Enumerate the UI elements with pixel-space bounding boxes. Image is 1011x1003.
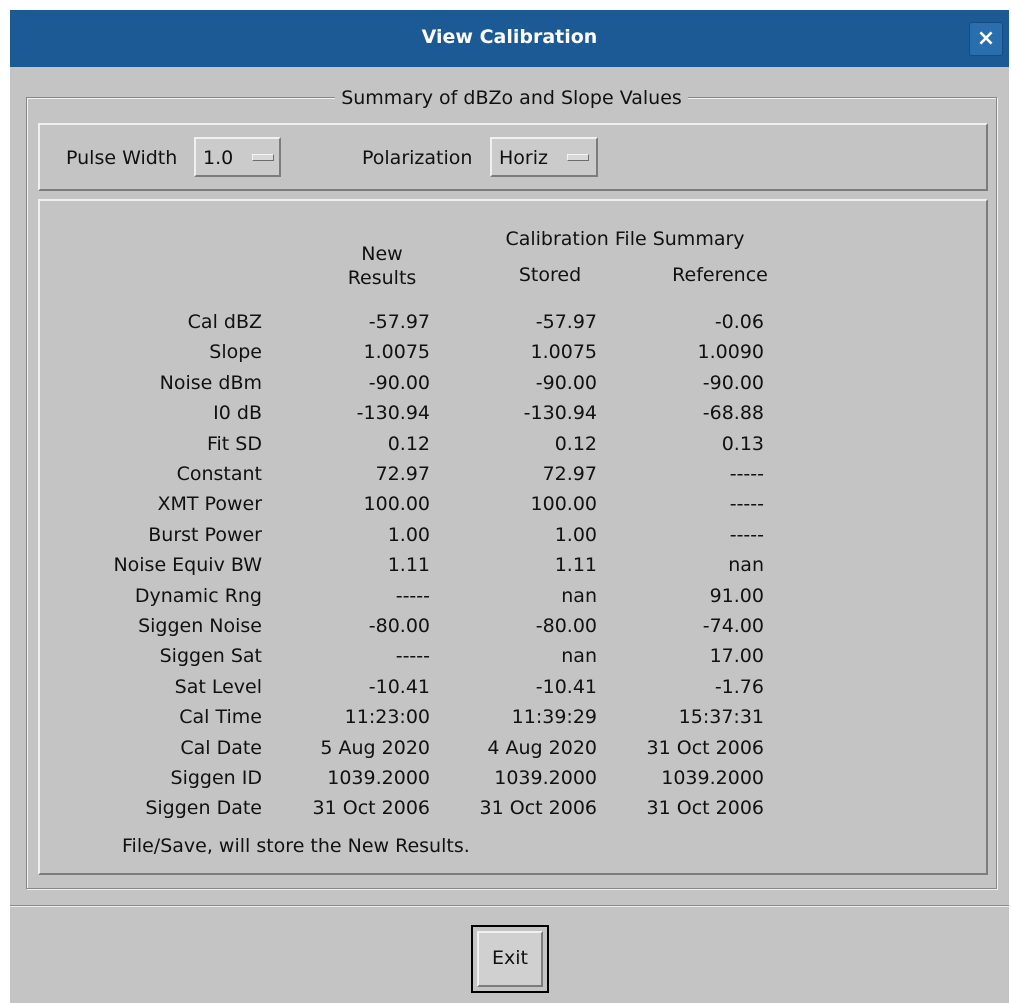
reference-value: 15:37:31 xyxy=(678,706,764,728)
reference-value: 0.13 xyxy=(721,433,764,455)
reference-value: -1.76 xyxy=(714,676,764,698)
row-label: Siggen Sat xyxy=(159,645,262,667)
new-results-value: 31 Oct 2006 xyxy=(312,797,430,819)
stored-value: 1.11 xyxy=(554,554,597,576)
save-note: File/Save, will store the New Results. xyxy=(122,835,470,857)
row-label: Burst Power xyxy=(148,524,262,546)
stored-value: 31 Oct 2006 xyxy=(479,797,597,819)
row-label: XMT Power xyxy=(157,493,263,515)
stored-value: 1.0075 xyxy=(530,341,597,363)
reference-value: ----- xyxy=(729,524,764,546)
separator xyxy=(10,905,1009,907)
row-label: Noise dBm xyxy=(159,372,262,394)
row-label: Sat Level xyxy=(174,676,262,698)
row-label: Siggen ID xyxy=(170,767,262,789)
row-label: Slope xyxy=(209,341,262,363)
new-results-value: -10.41 xyxy=(368,676,430,698)
stored-value: 1039.2000 xyxy=(494,767,597,789)
row-label: Cal Time xyxy=(179,706,262,728)
stored-value: -130.94 xyxy=(523,402,597,424)
new-results-value: -57.97 xyxy=(368,311,430,333)
reference-value: 31 Oct 2006 xyxy=(646,797,764,819)
reference-value: 91.00 xyxy=(709,585,764,607)
new-results-value: 1.0075 xyxy=(363,341,430,363)
new-results-value: 100.00 xyxy=(363,493,430,515)
stored-value: 100.00 xyxy=(530,493,597,515)
new-results-value: 11:23:00 xyxy=(344,706,430,728)
row-label: Cal Date xyxy=(180,737,262,759)
new-results-value: 1.00 xyxy=(387,524,430,546)
stored-value: nan xyxy=(561,645,597,667)
stored-value: 4 Aug 2020 xyxy=(487,737,597,759)
new-results-value: 5 Aug 2020 xyxy=(320,737,430,759)
reference-value: 1039.2000 xyxy=(661,767,764,789)
row-label: Cal dBZ xyxy=(187,311,262,333)
stored-value: 0.12 xyxy=(554,433,597,455)
row-label: I0 dB xyxy=(213,402,262,424)
new-results-value: 0.12 xyxy=(387,433,430,455)
new-results-value: -90.00 xyxy=(368,372,430,394)
reference-value: -90.00 xyxy=(702,372,764,394)
new-results-value: ----- xyxy=(395,645,430,667)
window-title: View Calibration xyxy=(421,26,598,48)
stored-value: -10.41 xyxy=(535,676,597,698)
stored-value: nan xyxy=(561,585,597,607)
row-label: Dynamic Rng xyxy=(134,585,262,607)
polarization-label: Polarization xyxy=(362,147,473,169)
column-header-reference: Reference xyxy=(672,264,768,286)
new-results-value: 1039.2000 xyxy=(327,767,430,789)
polarization-value: Horiz xyxy=(499,147,548,169)
title-bar: View Calibration × xyxy=(10,10,1009,67)
group-title: Summary of dBZo and Slope Values xyxy=(335,87,688,109)
reference-value: -0.06 xyxy=(714,311,764,333)
exit-button[interactable]: Exit xyxy=(477,931,543,987)
close-icon: × xyxy=(976,26,996,51)
row-label: Constant xyxy=(176,463,262,485)
column-header-new-results: New Results xyxy=(347,243,417,289)
new-results-value: -130.94 xyxy=(356,402,430,424)
row-label: Siggen Noise xyxy=(138,615,262,637)
stored-value: 72.97 xyxy=(542,463,597,485)
row-label: Fit SD xyxy=(206,433,262,455)
reference-value: ----- xyxy=(729,493,764,515)
new-results-value: 72.97 xyxy=(375,463,430,485)
option-menu-indicator-icon xyxy=(567,154,589,161)
column-header-stored: Stored xyxy=(518,264,582,286)
pulse-width-label: Pulse Width xyxy=(66,147,178,169)
selector-panel: Pulse Width 1.0 Polarization Horiz xyxy=(38,123,988,191)
new-results-value: ----- xyxy=(395,585,430,607)
stored-value: -80.00 xyxy=(535,615,597,637)
row-label: Siggen Date xyxy=(145,797,262,819)
pulse-width-menu[interactable]: 1.0 xyxy=(194,137,281,177)
reference-value: 1.0090 xyxy=(697,341,764,363)
exit-default-frame: Exit xyxy=(471,925,549,993)
table-super-header: Calibration File Summary xyxy=(505,228,745,250)
reference-value: nan xyxy=(728,554,764,576)
option-menu-indicator-icon xyxy=(252,154,274,161)
stored-value: 11:39:29 xyxy=(511,706,597,728)
new-results-value: -80.00 xyxy=(368,615,430,637)
pulse-width-value: 1.0 xyxy=(203,147,234,169)
polarization-menu[interactable]: Horiz xyxy=(490,137,598,177)
new-results-value: 1.11 xyxy=(387,554,430,576)
stored-value: -90.00 xyxy=(535,372,597,394)
reference-value: -74.00 xyxy=(702,615,764,637)
reference-value: 17.00 xyxy=(709,645,764,667)
reference-value: 31 Oct 2006 xyxy=(646,737,764,759)
reference-value: -68.88 xyxy=(702,402,764,424)
view-calibration-dialog: View Calibration × Summary of dBZo and S… xyxy=(10,10,1009,1003)
stored-value: 1.00 xyxy=(554,524,597,546)
stored-value: -57.97 xyxy=(535,311,597,333)
close-button[interactable]: × xyxy=(969,22,1003,56)
row-label: Noise Equiv BW xyxy=(113,554,262,576)
reference-value: ----- xyxy=(729,463,764,485)
calibration-table-panel: Calibration File Summary New Results Store… xyxy=(38,199,988,875)
